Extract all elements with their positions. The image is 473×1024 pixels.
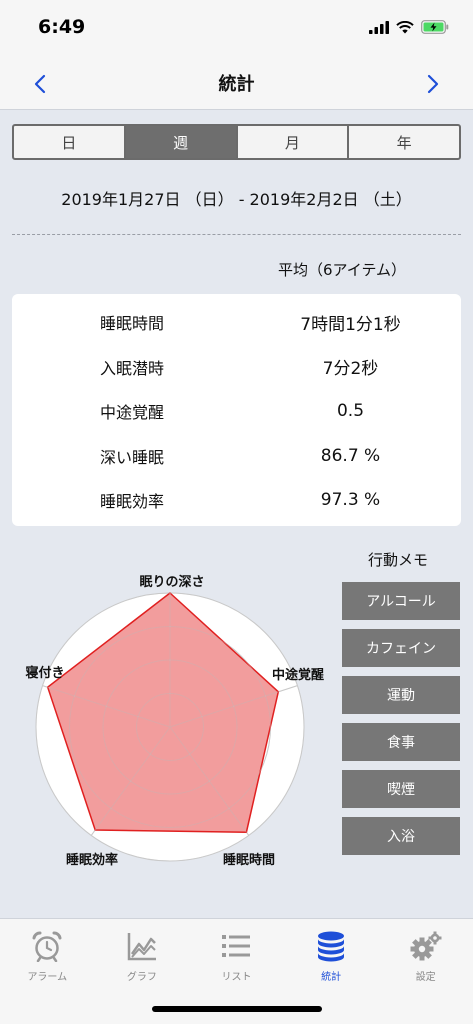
date-range: 2019年1月27日 （日） - 2019年2月2日 （土）	[61, 190, 412, 209]
tab-list[interactable]: リスト	[189, 919, 284, 989]
database-icon	[318, 931, 345, 962]
status-bar: 6:49	[0, 0, 473, 56]
tab-label: 統計	[321, 972, 342, 983]
radar-axis-label: 中途覚醒	[272, 667, 324, 683]
next-button[interactable]	[421, 70, 445, 98]
stat-label: 睡眠効率	[99, 492, 164, 512]
stat-row: 入眠潜時 7分2秒	[12, 345, 461, 390]
memo-meal-button[interactable]: 食事	[342, 723, 460, 761]
period-segmented-control: 日 週 月 年	[12, 124, 461, 160]
stat-label: 深い睡眠	[99, 447, 164, 467]
line-graph-icon	[127, 933, 156, 961]
battery-charging-icon	[421, 20, 449, 34]
cellular-signal-icon	[369, 20, 389, 34]
status-icons	[369, 20, 449, 34]
memo-exercise-button[interactable]: 運動	[342, 676, 460, 714]
average-label: 平均（6アイテム）	[278, 261, 407, 279]
wifi-icon	[396, 20, 414, 33]
home-indicator	[152, 1006, 322, 1012]
stat-row: 睡眠効率 97.3 %	[12, 478, 461, 523]
stat-value: 0.5	[336, 401, 365, 422]
tab-alarm[interactable]: アラーム	[0, 919, 95, 989]
stats-card: 睡眠時間 7時間1分1秒 入眠潜時 7分2秒 中途覚醒 0.5 深い睡眠 86.…	[12, 294, 461, 526]
alarm-clock-icon	[32, 931, 62, 962]
chevron-right-icon	[427, 74, 439, 94]
stat-label: 睡眠時間	[99, 314, 164, 334]
segment-year[interactable]: 年	[349, 126, 459, 158]
tab-label: 設定	[415, 972, 436, 983]
radar-axis-label: 睡眠時間	[223, 852, 275, 868]
stat-row: 中途覚醒 0.5	[12, 389, 461, 434]
radar-chart: 眠りの深さ中途覚醒睡眠時間 睡眠効率 寝付き	[25, 574, 324, 868]
stat-value: 86.7 %	[320, 445, 381, 466]
radar-axis-label: 寝付き	[25, 665, 64, 681]
stat-value: 97.3 %	[320, 490, 381, 511]
stat-row: 深い睡眠 86.7 %	[12, 434, 461, 479]
memo-bath-button[interactable]: 入浴	[342, 817, 460, 855]
stat-row: 睡眠時間 7時間1分1秒	[12, 300, 461, 345]
gear-icon	[410, 931, 442, 961]
memo-title: 行動メモ	[368, 551, 429, 569]
dashed-divider	[12, 234, 461, 235]
segment-week[interactable]: 週	[125, 126, 238, 158]
list-icon	[222, 935, 251, 957]
tab-label: リスト	[221, 972, 252, 983]
tab-label: アラーム	[27, 972, 68, 983]
navigation-bar: 統計	[0, 56, 473, 110]
memo-alcohol-button[interactable]: アルコール	[342, 582, 460, 620]
radar-axis-label: 睡眠効率	[66, 852, 118, 868]
stat-label: 入眠潜時	[99, 358, 164, 378]
segment-day[interactable]: 日	[14, 126, 126, 158]
tab-stats[interactable]: 統計	[284, 919, 379, 989]
status-time: 6:49	[38, 16, 86, 38]
radar-axis-label: 眠りの深さ	[139, 574, 204, 590]
stat-value: 7時間1分1秒	[300, 314, 401, 335]
stat-value: 7分2秒	[322, 359, 379, 380]
tab-settings[interactable]: 設定	[378, 919, 473, 989]
segment-month[interactable]: 月	[238, 126, 350, 158]
tab-label: グラフ	[126, 972, 157, 983]
memo-caffeine-button[interactable]: カフェイン	[342, 629, 460, 667]
tab-graph[interactable]: グラフ	[95, 919, 190, 989]
memo-smoking-button[interactable]: 喫煙	[342, 770, 460, 808]
stat-label: 中途覚醒	[99, 403, 164, 423]
page-title: 統計	[218, 74, 255, 95]
